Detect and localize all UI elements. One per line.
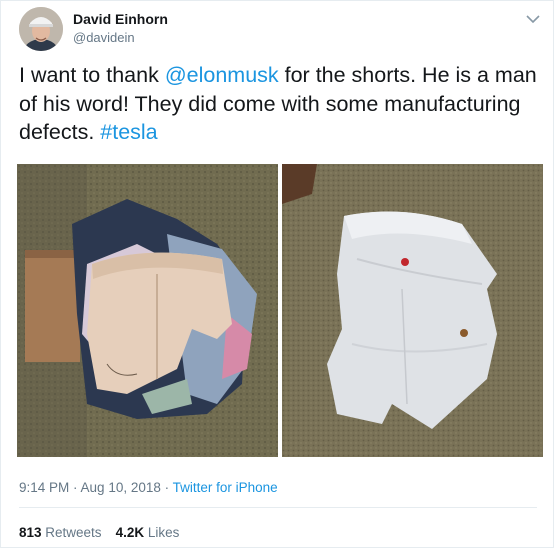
retweets-stat[interactable]: 813 Retweets: [19, 525, 102, 540]
tweet-card: David Einhorn @davidein I want to thank …: [0, 0, 554, 548]
tweet-time[interactable]: 9:14 PM: [19, 480, 69, 495]
meta-separator: ·: [69, 480, 81, 495]
divider: [19, 507, 537, 508]
meta-separator: ·: [160, 480, 173, 495]
photo-shorts-on-clothes-pile-icon: [17, 164, 278, 457]
tweet-metadata: 9:14 PM · Aug 10, 2018 · Twitter for iPh…: [19, 480, 278, 495]
tweet-date[interactable]: Aug 10, 2018: [81, 480, 161, 495]
hashtag-link[interactable]: #tesla: [100, 120, 157, 144]
likes-count: 4.2K: [115, 525, 145, 540]
chevron-down-icon[interactable]: [525, 13, 541, 25]
tweet-stats: 813 Retweets 4.2K Likes: [19, 525, 179, 540]
author-name[interactable]: David Einhorn: [73, 11, 168, 27]
tweet-source-link[interactable]: Twitter for iPhone: [173, 480, 278, 495]
likes-stat[interactable]: 4.2K Likes: [116, 525, 180, 540]
tweet-text-part: I want to thank: [19, 63, 165, 87]
avatar[interactable]: [19, 7, 63, 51]
user-avatar-icon: [19, 7, 63, 51]
tweet-text: I want to thank @elonmusk for the shorts…: [19, 61, 539, 147]
mention-link[interactable]: @elonmusk: [165, 63, 279, 87]
tweet-photo-1[interactable]: [17, 164, 278, 457]
likes-label: Likes: [144, 525, 180, 540]
author-handle[interactable]: @davidein: [73, 30, 135, 45]
retweets-count: 813: [19, 525, 42, 540]
photo-white-shorts-on-carpet-icon: [282, 164, 543, 457]
retweets-label: Retweets: [41, 525, 102, 540]
tweet-photo-2[interactable]: [282, 164, 543, 457]
